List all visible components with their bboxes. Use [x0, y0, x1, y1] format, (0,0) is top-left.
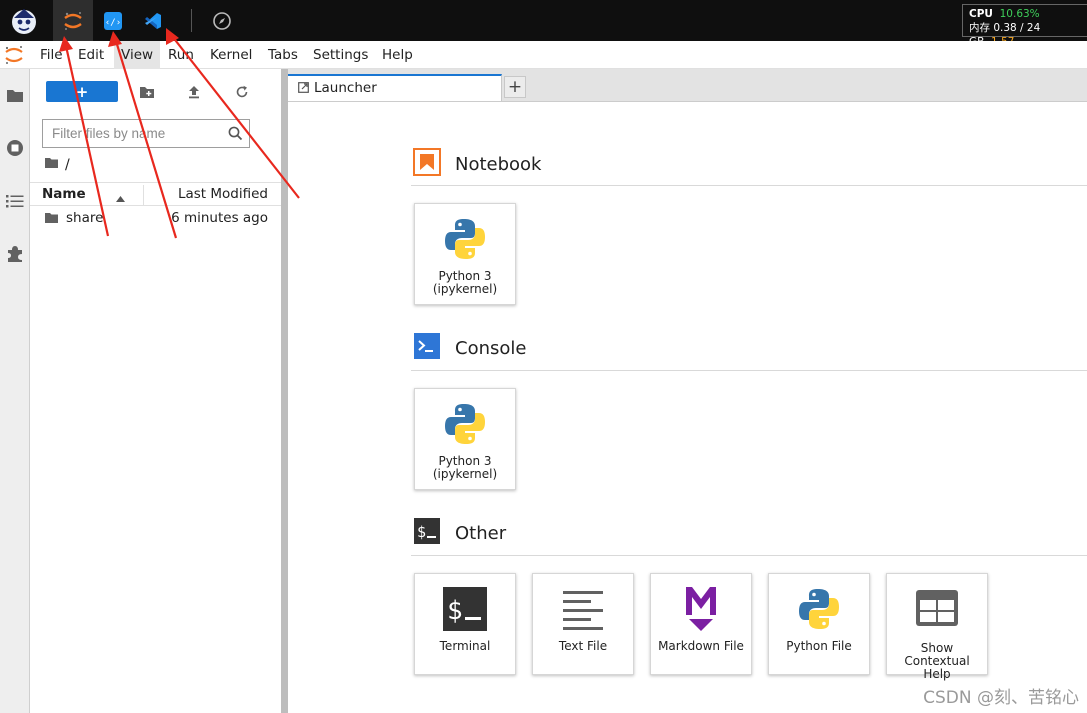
card-label: Show Contextual Help [904, 641, 970, 681]
svg-text:‹/›: ‹/› [105, 18, 121, 28]
card-label: Python 3 (ipykernel) [432, 269, 498, 296]
new-launcher-button[interactable]: + [46, 81, 118, 102]
file-name: share [66, 210, 104, 226]
table-of-contents-icon[interactable] [0, 186, 30, 216]
filter-files-input[interactable] [43, 120, 223, 147]
menu-edit[interactable]: Edit [78, 41, 104, 69]
sort-ascending-icon[interactable] [116, 191, 125, 206]
console-icon [413, 332, 441, 364]
extensions-puzzle-icon[interactable] [0, 239, 30, 269]
code-server-icon[interactable]: ‹/› [93, 0, 133, 41]
file-modified: 6 minutes ago [171, 210, 268, 226]
tab-launcher[interactable]: Launcher [288, 74, 502, 101]
section-divider [411, 555, 1087, 556]
file-list-header: Name Last Modified [30, 182, 281, 206]
contextual-help-card[interactable]: Show Contextual Help [886, 573, 988, 681]
menu-view[interactable]: View [114, 41, 161, 69]
file-browser-panel: + / Name Last Modified share 6 minutes a… [30, 69, 281, 713]
jupyter-icon[interactable] [53, 0, 93, 41]
python-logo-icon [769, 584, 869, 634]
new-folder-icon[interactable] [134, 81, 160, 103]
cpu-value: 10.63% [999, 8, 1040, 20]
card-label: Python 3 (ipykernel) [432, 454, 498, 481]
notebook-python3-card[interactable]: Python 3 (ipykernel) [414, 203, 516, 305]
svg-text:$: $ [417, 523, 426, 541]
menu-kernel[interactable]: Kernel [210, 41, 252, 69]
launcher-tab-icon [298, 82, 309, 97]
console-section-title: Console [455, 337, 527, 359]
card-label: Markdown File [658, 639, 744, 653]
refresh-icon[interactable] [229, 81, 255, 103]
terminal-icon: $ [415, 584, 515, 634]
panel-resize-handle[interactable] [281, 69, 288, 713]
notebook-icon [413, 148, 441, 180]
taskbar-separator [191, 9, 192, 32]
notebook-section-header: Notebook [413, 148, 542, 180]
resource-monitor: CPU 10.63% 内存 0.38 / 24 GB 1.57 [962, 4, 1087, 48]
jupyter-logo-icon [3, 44, 25, 66]
file-row[interactable]: share 6 minutes ago [30, 207, 281, 231]
search-icon [228, 126, 243, 145]
text-file-card[interactable]: Text File [532, 573, 634, 675]
card-label: Text File [558, 639, 608, 653]
breadcrumb[interactable]: / [44, 156, 70, 174]
python-file-card[interactable]: Python File [768, 573, 870, 675]
folder-icon [44, 212, 59, 228]
card-label: Terminal [439, 639, 491, 653]
svg-text:$: $ [447, 596, 463, 626]
console-python3-card[interactable]: Python 3 (ipykernel) [414, 388, 516, 490]
section-divider [411, 185, 1087, 186]
left-sidebar [0, 69, 30, 713]
system-taskbar: ‹/› CPU 10.63% 内存 0.38 / 24 GB 1.57 [0, 0, 1087, 48]
tab-bar: Launcher + [288, 69, 1087, 101]
menu-bar: File Edit View Run Kernel Tabs Settings … [0, 41, 1087, 69]
notebook-section-title: Notebook [455, 153, 542, 175]
vscode-icon[interactable] [133, 0, 173, 41]
menu-run[interactable]: Run [168, 41, 194, 69]
breadcrumb-root[interactable]: / [65, 157, 70, 173]
add-tab-button[interactable]: + [504, 76, 526, 98]
python-logo-icon [415, 399, 515, 449]
filter-files-field[interactable] [42, 119, 250, 148]
text-file-icon [533, 584, 633, 634]
python-logo-icon [415, 214, 515, 264]
markdown-file-card[interactable]: Markdown File [650, 573, 752, 675]
contextual-help-icon [887, 584, 987, 634]
markdown-icon [651, 584, 751, 634]
compass-icon[interactable] [202, 0, 242, 41]
section-divider [411, 370, 1087, 371]
column-header-name[interactable]: Name [42, 186, 86, 202]
column-divider [143, 185, 144, 205]
column-header-last-modified[interactable]: Last Modified [178, 186, 268, 202]
cpu-label: CPU [969, 8, 993, 20]
menu-tabs[interactable]: Tabs [268, 41, 298, 69]
other-section-header: $ Other [413, 518, 506, 548]
tab-launcher-label: Launcher [314, 80, 377, 96]
menu-help[interactable]: Help [382, 41, 413, 69]
watermark: CSDN @刻、苦铭心 [923, 688, 1079, 708]
avatar-icon[interactable] [4, 0, 44, 41]
terminal-card[interactable]: $ Terminal [414, 573, 516, 675]
folder-icon[interactable] [0, 80, 30, 110]
menu-file[interactable]: File [40, 41, 63, 69]
menu-settings[interactable]: Settings [313, 41, 368, 69]
card-label: Python File [786, 639, 852, 653]
terminal-section-icon: $ [413, 517, 441, 549]
launcher-panel: Notebook Python 3 (ipykernel) Console Py… [288, 101, 1087, 713]
running-kernels-icon[interactable] [0, 133, 30, 163]
console-section-header: Console [413, 333, 526, 363]
other-section-title: Other [455, 522, 507, 544]
upload-icon[interactable] [181, 81, 207, 103]
folder-icon [44, 157, 59, 173]
